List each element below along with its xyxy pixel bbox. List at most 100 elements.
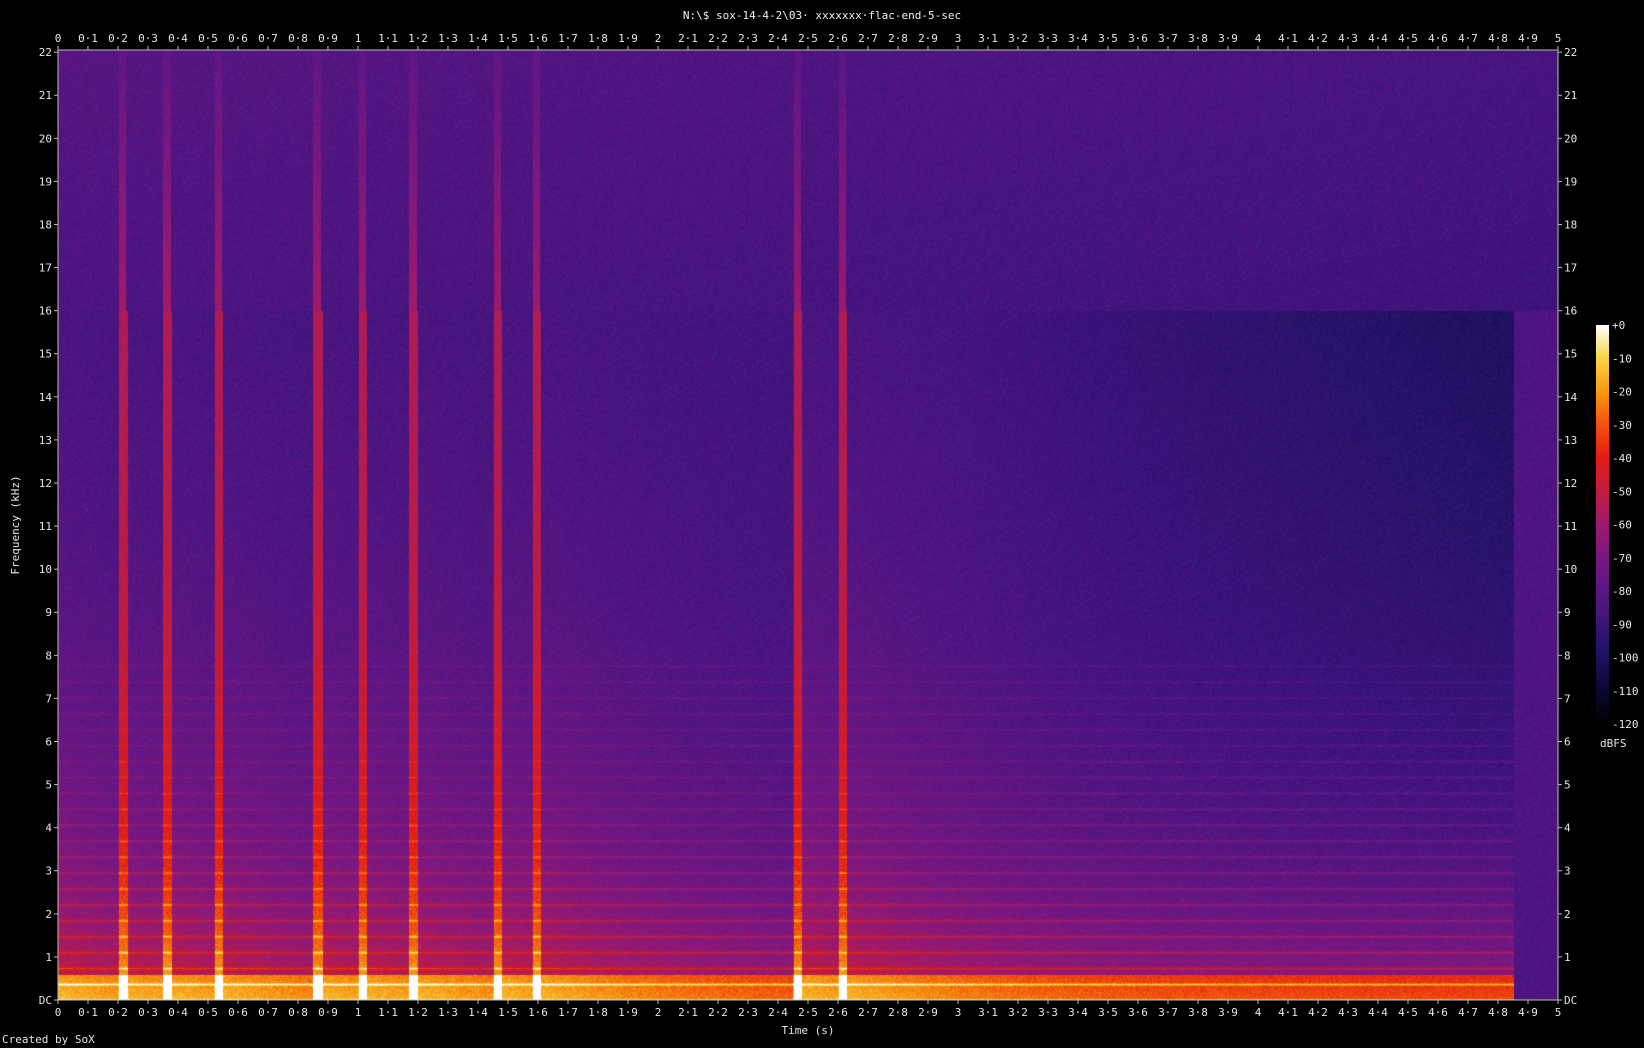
x-tick-label-top: 4·4 [1368, 32, 1388, 45]
y-tick-label-left: 1 [45, 951, 52, 964]
x-tick-label-bottom: 0 [55, 1006, 62, 1019]
y-tick-label-left: 14 [39, 391, 53, 404]
x-tick-label-bottom: 0·5 [198, 1006, 218, 1019]
x-tick-label-top: 1·7 [558, 32, 578, 45]
x-tick-label-bottom: 3·7 [1158, 1006, 1178, 1019]
x-tick-label-top: 2·4 [768, 32, 788, 45]
x-tick-label-top: 3·2 [1008, 32, 1028, 45]
x-tick-label-top: 2·3 [738, 32, 758, 45]
y-tick-label-right: 8 [1564, 649, 1571, 662]
y-tick-label-left: 5 [45, 779, 52, 792]
y-tick-label-right: 1 [1564, 951, 1571, 964]
x-tick-label-top: 2·6 [828, 32, 848, 45]
y-axis-label: Frequency (kHz) [9, 475, 22, 574]
x-tick-label-top: 2·5 [798, 32, 818, 45]
colorbar-ticks: +0 -10 -20 -30 -40 -50 -60 -70 -80 -90 -100 -110 -12… [1612, 319, 1639, 731]
x-tick-label-bottom: 1·3 [438, 1006, 458, 1019]
y-tick-label-right: 16 [1564, 305, 1577, 318]
y-tick-label-right: 7 [1564, 692, 1571, 705]
x-tick-label-bottom: 2·6 [828, 1006, 848, 1019]
x-tick-label-top: 1 [355, 32, 362, 45]
x-tick-label-top: 3·1 [978, 32, 998, 45]
x-tick-label-bottom: 0·3 [138, 1006, 158, 1019]
x-tick-label-top: 1·4 [468, 32, 488, 45]
x-tick-label-top: 0·5 [198, 32, 218, 45]
x-tick-label-top: 0 [55, 32, 62, 45]
y-axis-right: DC12345678910111213141516171819202122 [1558, 46, 1578, 1007]
x-tick-label-top: 3·8 [1188, 32, 1208, 45]
x-tick-label-top: 4 [1255, 32, 1262, 45]
x-tick-label-top: 2·8 [888, 32, 908, 45]
x-tick-label-top: 4·3 [1338, 32, 1358, 45]
x-tick-label-bottom: 3·9 [1218, 1006, 1238, 1019]
spectrogram-chart: 0 0·1 0·2 0·3 0·4 0·5 0·6 0·7 0·8 0·9 1 1·1 1·2 1·3 1·… [9, 32, 1639, 1037]
x-tick-label-top: 3·7 [1158, 32, 1178, 45]
y-tick-label-left: 6 [45, 735, 52, 748]
x-tick-label-bottom: 2 [655, 1006, 662, 1019]
x-tick-label-top: 2·2 [708, 32, 728, 45]
x-tick-label-bottom: 2·4 [768, 1006, 788, 1019]
x-axis-bottom: 0 0·1 0·2 0·3 0·4 0·5 0·6 0·7 0·8 0·9 1 1·1 1·2 1·3 1·… [55, 1000, 1561, 1019]
x-tick-label-top: 4·2 [1308, 32, 1328, 45]
spectrogram-plot-area [58, 50, 1558, 1000]
x-tick-label-top: 3·9 [1218, 32, 1238, 45]
x-tick-label-bottom: 1·8 [588, 1006, 608, 1019]
colorbar [1596, 325, 1609, 724]
y-tick-label-left: 18 [39, 218, 52, 231]
x-tick-label-bottom: 1 [355, 1006, 362, 1019]
colorbar-tick-label: -30 [1612, 419, 1632, 432]
x-tick-label-bottom: 4·9 [1518, 1006, 1538, 1019]
x-tick-label-top: 2·1 [678, 32, 698, 45]
x-tick-label-bottom: 3·8 [1188, 1006, 1208, 1019]
x-tick-label-bottom: 1·9 [618, 1006, 638, 1019]
colorbar-tick-label: -70 [1612, 552, 1632, 565]
x-tick-label-bottom: 1·4 [468, 1006, 488, 1019]
y-tick-label-right: 21 [1564, 89, 1577, 102]
x-tick-label-top: 2 [655, 32, 662, 45]
x-tick-label-bottom: 1·1 [378, 1006, 398, 1019]
x-tick-label-top: 0·4 [168, 32, 188, 45]
y-tick-label-left: DC [39, 994, 52, 1007]
x-tick-label-top: 4·6 [1428, 32, 1448, 45]
y-tick-label-right: DC [1564, 994, 1577, 1007]
x-tick-label-top: 4·7 [1458, 32, 1478, 45]
x-tick-label-top: 3·6 [1128, 32, 1148, 45]
y-axis-left: DC12345678910111213141516171819202122 [39, 46, 58, 1007]
x-tick-label-top: 1·6 [528, 32, 548, 45]
x-tick-label-bottom: 4·2 [1308, 1006, 1328, 1019]
x-tick-label-top: 3·3 [1038, 32, 1058, 45]
x-tick-label-bottom: 4·7 [1458, 1006, 1478, 1019]
colorbar-tick-label: -90 [1612, 618, 1632, 631]
x-tick-label-top: 3 [955, 32, 962, 45]
colorbar-label: dBFS [1600, 737, 1627, 750]
y-tick-label-right: 17 [1564, 262, 1577, 275]
y-tick-label-right: 5 [1564, 779, 1571, 792]
x-tick-label-bottom: 4 [1255, 1006, 1262, 1019]
spectrogram-canvas [58, 50, 1558, 1000]
x-tick-label-bottom: 4·5 [1398, 1006, 1418, 1019]
x-tick-label-top: 4·1 [1278, 32, 1298, 45]
y-tick-label-left: 15 [39, 348, 52, 361]
y-tick-label-right: 18 [1564, 218, 1577, 231]
y-tick-label-left: 17 [39, 262, 52, 275]
x-tick-label-top: 0·9 [318, 32, 338, 45]
x-tick-label-bottom: 4·8 [1488, 1006, 1508, 1019]
colorbar-tick-label: +0 [1612, 319, 1625, 332]
x-tick-label-bottom: 0·4 [168, 1006, 188, 1019]
x-tick-label-top: 0·8 [288, 32, 308, 45]
x-tick-label-bottom: 3·5 [1098, 1006, 1118, 1019]
x-tick-label-top: 4·9 [1518, 32, 1538, 45]
x-tick-label-top: 3·5 [1098, 32, 1118, 45]
y-tick-label-right: 2 [1564, 908, 1571, 921]
y-tick-label-left: 2 [45, 908, 52, 921]
x-tick-label-bottom: 0·2 [108, 1006, 128, 1019]
y-tick-label-right: 15 [1564, 348, 1577, 361]
x-tick-label-bottom: 0·6 [228, 1006, 248, 1019]
y-tick-label-right: 14 [1564, 391, 1578, 404]
x-tick-label-top: 0·6 [228, 32, 248, 45]
x-tick-label-bottom: 3·6 [1128, 1006, 1148, 1019]
x-tick-label-top: 0·3 [138, 32, 158, 45]
colorbar-tick-label: -50 [1612, 485, 1632, 498]
x-tick-label-bottom: 0·7 [258, 1006, 278, 1019]
credit-text: Created by SoX [2, 1033, 95, 1046]
